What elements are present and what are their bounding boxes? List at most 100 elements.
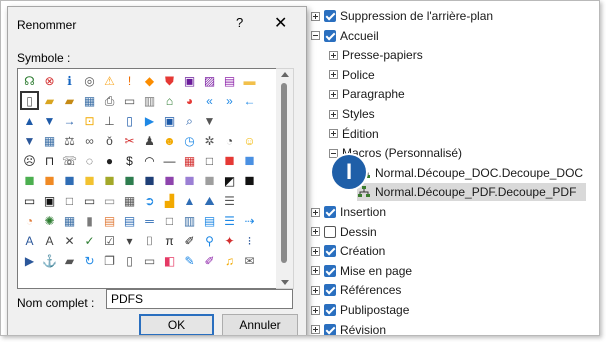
x-mark-icon[interactable]: ✕ xyxy=(60,231,79,250)
swatch-navy-icon[interactable]: ■ xyxy=(140,171,159,190)
arrow-right-icon[interactable]: → xyxy=(60,111,79,130)
copy-icon[interactable]: ❐ xyxy=(100,251,119,270)
target-icon[interactable]: ◎ xyxy=(80,71,99,90)
mountain-icon[interactable]: ⛰ xyxy=(200,191,219,210)
text-a-icon[interactable]: A xyxy=(20,231,39,250)
triangle-down-icon[interactable]: ▼ xyxy=(40,111,59,130)
field-icon[interactable]: ⌷ xyxy=(140,231,159,250)
bars-icon[interactable]: ▮ xyxy=(80,211,99,230)
close-button[interactable]: ✕ xyxy=(274,13,287,33)
tree-checkbox[interactable] xyxy=(324,225,336,238)
pin-icon[interactable]: ⊥ xyxy=(100,111,119,130)
collapse-icon[interactable] xyxy=(329,148,338,158)
bell-icon[interactable]: ♫ xyxy=(220,251,239,270)
blank-3[interactable] xyxy=(240,191,259,210)
expand-icon[interactable] xyxy=(311,246,320,256)
two-column-icon[interactable]: ▥ xyxy=(180,211,199,230)
document-icon[interactable]: ▭ xyxy=(120,91,139,110)
text-a-box-icon[interactable]: A xyxy=(40,231,59,250)
expand-icon[interactable] xyxy=(311,285,320,295)
filter-icon[interactable]: ▼ xyxy=(200,111,219,130)
tree-item[interactable]: Dessin xyxy=(311,223,377,241)
expand-icon[interactable] xyxy=(311,227,320,237)
tree-item[interactable]: Création xyxy=(311,242,385,260)
tree-item[interactable]: Paragraphe xyxy=(329,85,405,103)
collapse-icon[interactable] xyxy=(311,31,320,41)
swatch-yellow-icon[interactable]: ■ xyxy=(80,171,99,190)
swatch-purple-icon[interactable]: ■ xyxy=(160,171,179,190)
chat-icon[interactable]: ◌ xyxy=(80,151,99,170)
exclamation-icon[interactable]: ! xyxy=(120,71,139,90)
sad-face-icon[interactable]: ☹ xyxy=(20,151,39,170)
open-box-icon[interactable]: ⊓ xyxy=(40,151,59,170)
dashes-icon[interactable]: ═ xyxy=(140,211,159,230)
anchor-icon[interactable]: ⚓ xyxy=(40,251,59,270)
minus-icon[interactable]: — xyxy=(160,151,179,170)
tree-checkbox[interactable] xyxy=(324,264,336,277)
stopwatch-icon[interactable]: ◔ xyxy=(220,131,239,150)
bullets-icon[interactable]: ⁝ xyxy=(240,231,259,250)
tablet-icon[interactable]: ▭ xyxy=(140,251,159,270)
swatch-orange-icon[interactable]: ■ xyxy=(40,171,59,190)
swatch-black-icon[interactable]: ■ xyxy=(240,171,259,190)
lock-icon[interactable]: ⊡ xyxy=(80,111,99,130)
users-icon[interactable]: ☻ xyxy=(160,131,179,150)
box-band-icon[interactable]: ▭ xyxy=(80,191,99,210)
text-box-icon[interactable]: ▤ xyxy=(200,211,219,230)
gear-icon[interactable]: ✲ xyxy=(200,131,219,150)
expand-icon[interactable] xyxy=(311,266,320,276)
name-input[interactable]: PDFS xyxy=(106,289,293,309)
brush-icon[interactable]: ✐ xyxy=(200,251,219,270)
scroll-down-icon[interactable] xyxy=(281,280,289,285)
expand-icon[interactable] xyxy=(311,325,320,335)
box-empty-icon[interactable]: □ xyxy=(60,191,79,210)
slides-icon[interactable]: ▤ xyxy=(120,211,139,230)
swatch-blue-icon[interactable]: ■ xyxy=(60,171,79,190)
expand-icon[interactable] xyxy=(311,11,320,21)
tools-icon[interactable]: ✂ xyxy=(120,131,139,150)
circle-arrow-icon[interactable]: ➲ xyxy=(140,191,159,210)
play-icon[interactable]: ▶ xyxy=(20,251,39,270)
cancel-button[interactable]: Annuler xyxy=(222,314,298,335)
box-shade-icon[interactable]: ▭ xyxy=(100,191,119,210)
pie-chart-icon[interactable]: ◕ xyxy=(180,91,199,110)
clock-icon[interactable]: ◷ xyxy=(180,131,199,150)
scroll-thumb[interactable] xyxy=(281,83,287,263)
expand-icon[interactable] xyxy=(311,305,320,315)
tree-item[interactable]: Édition xyxy=(329,125,379,143)
home-icon[interactable]: ⌂ xyxy=(160,91,179,110)
tree-checkbox[interactable] xyxy=(324,245,336,258)
tree-checkbox[interactable] xyxy=(324,29,336,42)
window-icon[interactable]: ▣ xyxy=(160,111,179,130)
tree-item[interactable]: Suppression de l'arrière-plan xyxy=(311,7,493,25)
currency-icon[interactable]: $ xyxy=(120,151,139,170)
tree-checkbox[interactable] xyxy=(324,206,336,218)
info-icon[interactable]: ℹ xyxy=(60,71,79,90)
tree-item[interactable]: Styles xyxy=(329,105,375,123)
chart-grid-icon[interactable]: ▦ xyxy=(60,211,79,230)
microphone-icon[interactable]: ǒ xyxy=(100,131,119,150)
page-icon[interactable]: ▯ xyxy=(120,251,139,270)
expand-icon[interactable] xyxy=(311,207,320,217)
tree-item[interactable]: Publipostage xyxy=(311,301,409,319)
shield-icon[interactable]: ⛊ xyxy=(160,71,179,90)
pi-icon[interactable]: π xyxy=(160,231,179,250)
tree-item[interactable]: Mise en page xyxy=(311,262,412,280)
expand-icon[interactable] xyxy=(329,109,338,119)
help-button[interactable]: ? xyxy=(236,15,243,30)
tree-item[interactable]: Presse-papiers xyxy=(329,46,423,64)
cancel-icon[interactable]: ⊗ xyxy=(40,71,59,90)
mail-icon[interactable]: ✉ xyxy=(240,251,259,270)
tree-item[interactable]: Normal.Découpe_DOC.Decoupe_DOC xyxy=(357,164,583,182)
blank-2[interactable] xyxy=(240,111,259,130)
flag-icon[interactable]: ▶ xyxy=(140,111,159,130)
tree-item[interactable]: Accueil xyxy=(311,27,379,45)
warning-diamond-icon[interactable]: ◆ xyxy=(140,71,159,90)
funnel-icon[interactable]: ▼ xyxy=(20,131,39,150)
magic-icon[interactable]: ✦ xyxy=(220,231,239,250)
table-icon[interactable]: ▦ xyxy=(40,131,59,150)
balance-icon[interactable]: ⚖ xyxy=(60,131,79,150)
arrow-left-icon[interactable]: ← xyxy=(240,91,259,110)
zoom-icon[interactable]: ⌕ xyxy=(180,111,199,130)
indent-icon[interactable]: ☰ xyxy=(220,211,239,230)
